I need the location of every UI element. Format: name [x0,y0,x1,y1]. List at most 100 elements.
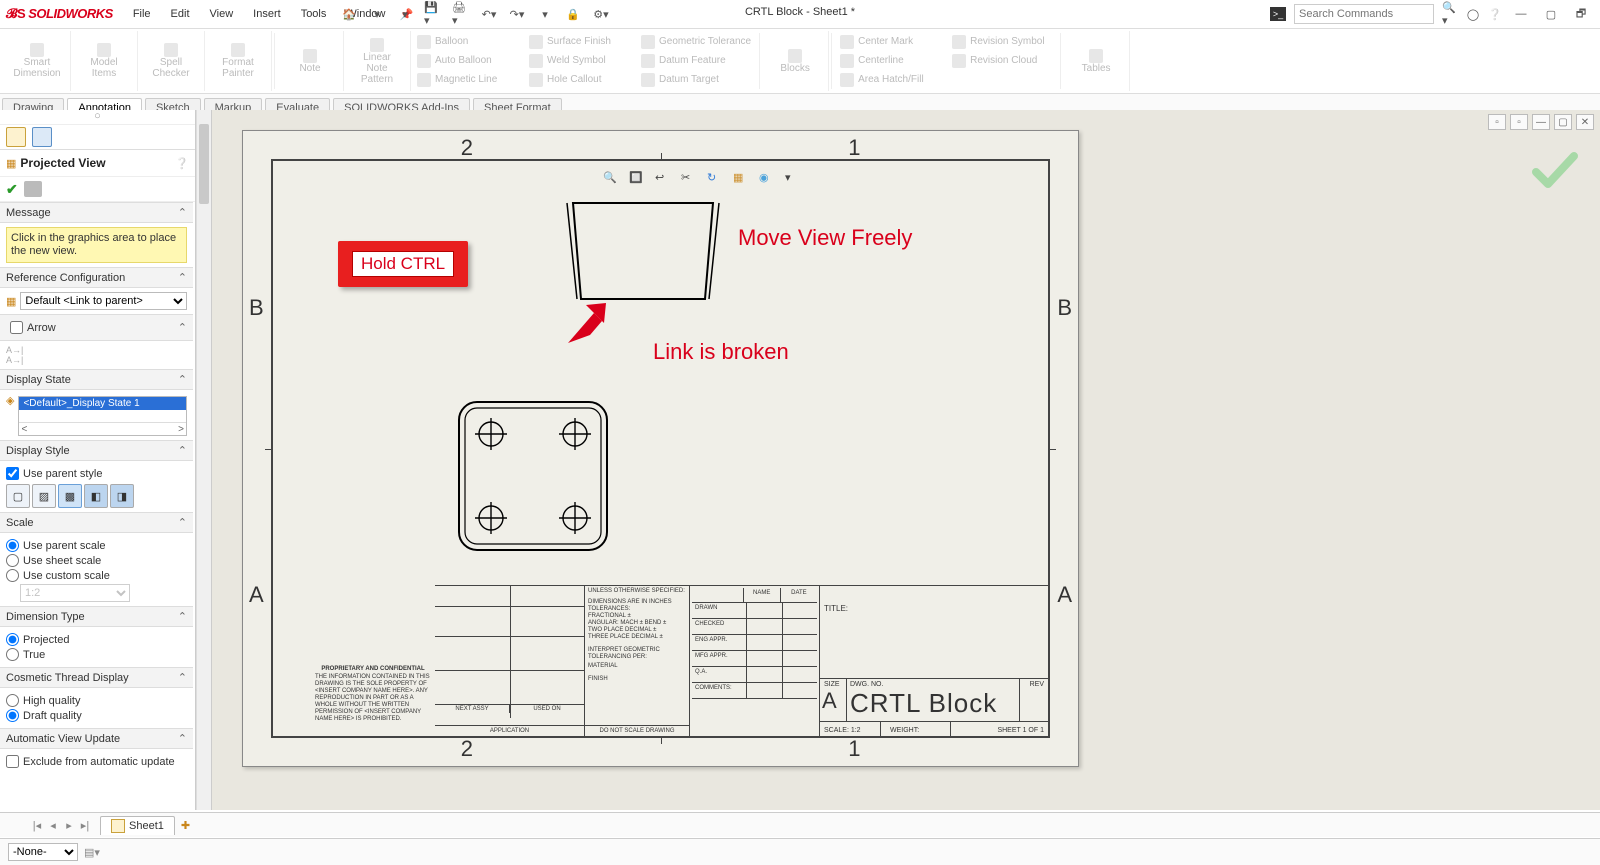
hud-zoomarea-icon[interactable]: 🔲 [629,171,647,189]
window-close[interactable]: 🗗 [1568,5,1594,24]
rib-datum-feature[interactable]: Datum Feature [641,52,751,70]
rib-blocks[interactable]: Blocks [762,31,829,91]
rib-format-painter[interactable]: FormatPainter [205,31,272,91]
hud-zoom-icon[interactable]: 🔍 [603,171,621,189]
qat-print-icon[interactable]: 🖨▾ [452,5,470,23]
cmd-icon[interactable]: >_ [1270,7,1286,21]
style-hidden-removed[interactable]: ▩ [58,484,82,508]
hud-section-icon[interactable]: ✂ [681,171,699,189]
qat-select-icon[interactable]: ▾ [536,5,554,23]
refcfg-select[interactable]: Default <Link to parent> [20,292,187,310]
dimtype-true-radio[interactable] [6,648,19,661]
pm-tab-feature-icon[interactable] [6,127,26,147]
doc-win-a[interactable]: ▫ [1488,114,1506,130]
help-icon[interactable]: ❔ [1486,5,1504,23]
hud-display-icon[interactable]: ▦ [733,171,751,189]
user-icon[interactable]: ◯ [1464,5,1482,23]
sheet-nav-arrows[interactable]: |◂◂▸▸| [30,819,92,832]
scale-custom-radio[interactable] [6,569,19,582]
front-view-graphic[interactable] [453,396,613,556]
doc-win-max[interactable]: ▢ [1554,114,1572,130]
style-wireframe[interactable]: ▢ [6,484,30,508]
status-layer-select[interactable]: -None- [8,843,78,861]
use-parent-style-checkbox[interactable] [6,467,19,480]
rib-auto-balloon[interactable]: Auto Balloon [417,52,517,70]
sec-arrow-header[interactable]: Arrow⌃ [0,314,193,341]
scale-parent-radio[interactable] [6,539,19,552]
menu-view[interactable]: View [202,6,242,22]
window-minimize[interactable]: — [1508,8,1534,20]
hud-rotate-icon[interactable]: ↻ [707,171,725,189]
sheet-tab-1[interactable]: Sheet1 [100,816,175,835]
doc-win-b[interactable]: ▫ [1510,114,1528,130]
menu-edit[interactable]: Edit [163,6,198,22]
rib-balloon[interactable]: Balloon [417,33,517,51]
pm-ok-button[interactable]: ✔ [6,181,18,198]
arrow-checkbox[interactable] [10,321,23,334]
rib-revision-cloud[interactable]: Revision Cloud [952,52,1052,70]
menu-file[interactable]: File [125,6,159,22]
dimtype-projected-radio[interactable] [6,633,19,646]
style-hidden-visible[interactable]: ▨ [32,484,56,508]
scale-sheet-radio[interactable] [6,554,19,567]
qat-redo-icon[interactable]: ↷▾ [508,5,526,23]
rib-spell-checker[interactable]: SpellChecker [138,31,205,91]
rib-weld-symbol[interactable]: Weld Symbol [529,52,629,70]
sec-dispstyle-header[interactable]: Display Style⌃ [0,440,193,461]
sec-message-header[interactable]: Message⌃ [0,202,193,223]
rib-model-items[interactable]: ModelItems [71,31,138,91]
style-shaded[interactable]: ◨ [110,484,134,508]
hud-prev-icon[interactable]: ↩ [655,171,673,189]
menu-insert[interactable]: Insert [245,6,289,22]
hud-more-icon[interactable]: ▾ [785,171,803,189]
pm-pushpin-button[interactable] [24,181,42,197]
exclude-auto-update-checkbox[interactable] [6,755,19,768]
rib-hole-callout[interactable]: Hole Callout [529,71,629,89]
rib-smart-dimension[interactable]: SmartDimension [4,31,71,91]
rib-datum-target[interactable]: Datum Target [641,71,751,89]
status-layer-icon[interactable]: ▤▾ [84,846,100,859]
doc-win-close[interactable]: ✕ [1576,114,1594,130]
sec-scale-header[interactable]: Scale⌃ [0,512,193,533]
sec-refcfg-header[interactable]: Reference Configuration⌃ [0,267,193,288]
sec-dimtype-header[interactable]: Dimension Type⌃ [0,606,193,627]
scale-custom-select[interactable]: 1:2 [20,584,130,602]
sec-cosmetic-header[interactable]: Cosmetic Thread Display⌃ [0,667,193,688]
rib-geometric-tolerance[interactable]: Geometric Tolerance [641,33,751,51]
qat-open-icon[interactable]: ▾ [396,5,414,23]
qat-new-icon[interactable]: ▾ [368,5,386,23]
pm-help-icon[interactable]: ❔ [175,157,189,170]
rib-revision-symbol[interactable]: Revision Symbol [952,33,1052,51]
style-shaded-edges[interactable]: ◧ [84,484,108,508]
rib-area-hatch[interactable]: Area Hatch/Fill [840,71,940,89]
rib-surface-finish[interactable]: Surface Finish [529,33,629,51]
projected-view-graphic[interactable] [563,201,723,301]
pm-scrollbar[interactable] [196,110,212,810]
qat-undo-icon[interactable]: ↶▾ [480,5,498,23]
confirm-corner-check-icon[interactable] [1532,150,1578,190]
cosmetic-high-radio[interactable] [6,694,19,707]
rib-magnetic-line[interactable]: Magnetic Line [417,71,517,89]
qat-home-icon[interactable]: 🏠 [340,5,358,23]
search-commands-input[interactable] [1294,4,1434,24]
hud-scene-icon[interactable]: ◉ [759,171,777,189]
dispstate-list[interactable]: <Default>_Display State 1 <> [18,396,187,436]
rib-centerline[interactable]: Centerline [840,52,940,70]
sec-dispstate-header[interactable]: Display State⌃ [0,369,193,390]
qat-options-icon[interactable]: ⚙▾ [592,5,610,23]
rib-note[interactable]: Note [277,31,344,91]
menu-tools[interactable]: Tools [293,6,335,22]
rib-linear-note-pattern[interactable]: Linear NotePattern [344,31,411,91]
sec-autoupdate-header[interactable]: Automatic View Update⌃ [0,728,193,749]
search-dropdown-icon[interactable]: 🔍▾ [1442,5,1460,23]
qat-save-icon[interactable]: 💾▾ [424,5,442,23]
pm-tab-property-icon[interactable] [32,127,52,147]
add-sheet-button[interactable]: ✚ [181,819,190,832]
graphics-area[interactable]: ▫ ▫ — ▢ ✕ 2 1 2 1 B A B A [212,110,1600,810]
qat-rebuild-icon[interactable]: 🔒 [564,5,582,23]
cosmetic-draft-radio[interactable] [6,709,19,722]
doc-win-min[interactable]: — [1532,114,1550,130]
rib-tables[interactable]: Tables [1063,31,1130,91]
window-restore[interactable]: ▢ [1538,8,1564,21]
rib-center-mark[interactable]: Center Mark [840,33,940,51]
